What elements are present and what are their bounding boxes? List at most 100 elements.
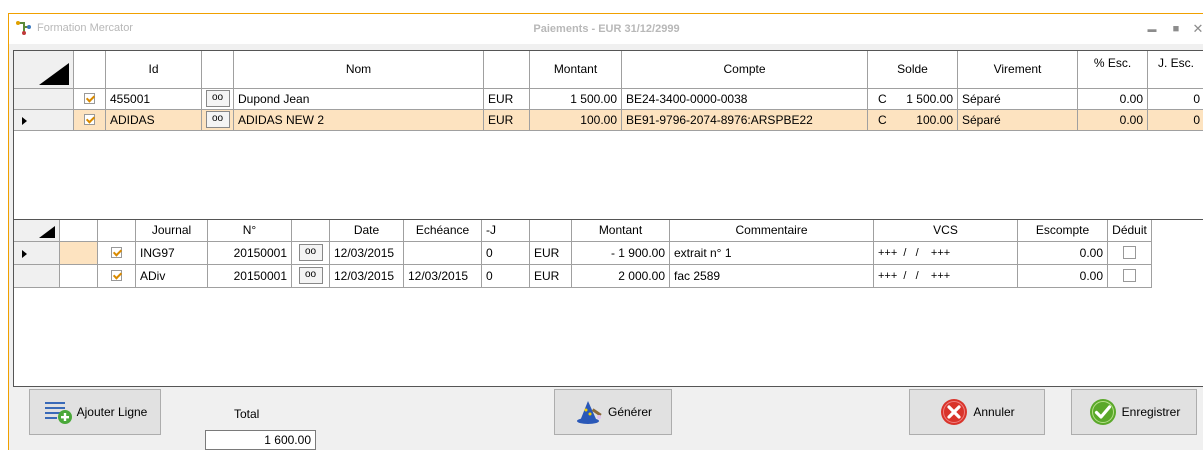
cell-numero[interactable]: 20150001 [208,265,292,288]
checkbox-checked-icon[interactable] [111,247,122,259]
header-virement[interactable]: Virement [958,51,1078,89]
row-checkbox[interactable] [98,265,136,288]
view-document-button[interactable]: oo [292,242,330,265]
cell-echeance[interactable]: 12/03/2015 [404,265,482,288]
cell-solde[interactable]: C 100.00 [868,110,958,131]
maximize-icon[interactable]: ■ [1166,20,1186,38]
cell-deduit[interactable] [1108,265,1152,288]
cell-deduit[interactable] [1108,242,1152,265]
cancel-button[interactable]: Annuler [909,389,1045,435]
cell-j-esc[interactable]: 0 [1148,110,1203,131]
cell-devise[interactable]: EUR [530,265,572,288]
add-line-button[interactable]: Ajouter Ligne [29,389,161,435]
entries-grid: Journal N° Date Echéance -J Montant Comm… [13,219,1203,387]
cell-j-esc[interactable]: 0 [1148,89,1203,110]
glasses-icon[interactable]: oo [298,244,323,262]
view-client-button[interactable]: oo [202,110,234,131]
glasses-icon[interactable]: oo [205,90,230,108]
row-current-marker [60,242,98,265]
close-icon[interactable]: ✕ [1188,20,1203,38]
row-header[interactable] [14,265,60,288]
cell-j[interactable]: 0 [482,242,530,265]
checkbox-checked-icon[interactable] [84,114,95,126]
checkbox-checked-icon[interactable] [84,93,95,105]
current-row-arrow-icon [22,249,27,258]
cell-montant[interactable]: 2 000.00 [572,265,670,288]
table-row[interactable]: ADiv 20150001 oo 12/03/2015 12/03/2015 0… [14,265,1203,288]
generate-button[interactable]: Générer [554,389,672,435]
header-nom[interactable]: Nom [234,51,484,89]
header-montant[interactable]: Montant [572,220,670,242]
cell-j[interactable]: 0 [482,265,530,288]
header-pct-esc[interactable]: % Esc. [1078,51,1148,89]
cancel-label: Annuler [973,405,1015,419]
cell-id[interactable]: 455001 [106,89,202,110]
cell-compte[interactable]: BE91-9796-2074-8976:ARSPBE22 [622,110,868,131]
row-header[interactable] [14,89,74,110]
row-header[interactable] [14,110,74,131]
header-j[interactable]: -J [482,220,530,242]
payments-grid: Id Nom Montant Compte Solde Virement % E… [13,50,1203,225]
cell-date[interactable]: 12/03/2015 [330,242,404,265]
cell-montant[interactable]: - 1 900.00 [572,242,670,265]
header-commentaire[interactable]: Commentaire [670,220,874,242]
header-montant[interactable]: Montant [530,51,622,89]
header-journal[interactable]: Journal [136,220,208,242]
cell-commentaire[interactable]: extrait n° 1 [670,242,874,265]
cell-devise[interactable]: EUR [484,89,530,110]
view-client-button[interactable]: oo [202,89,234,110]
cell-date[interactable]: 12/03/2015 [330,265,404,288]
checkbox-unchecked-icon[interactable] [1123,246,1136,260]
row-checkbox[interactable] [74,110,106,131]
cell-pct-esc[interactable]: 0.00 [1078,110,1148,131]
minimize-icon[interactable]: ▬ [1142,20,1162,38]
cell-devise[interactable]: EUR [484,110,530,131]
cell-vcs[interactable]: +++ / / +++ [874,265,1018,288]
view-document-button[interactable]: oo [292,265,330,288]
glasses-icon[interactable]: oo [205,111,230,129]
cell-montant[interactable]: 100.00 [530,110,622,131]
cell-compte[interactable]: BE24-3400-0000-0038 [622,89,868,110]
header-j-esc[interactable]: J. Esc. [1148,51,1203,89]
cell-commentaire[interactable]: fac 2589 [670,265,874,288]
row-checkbox[interactable] [74,89,106,110]
cell-vcs[interactable]: +++ / / +++ [874,242,1018,265]
payments-window: Formation Mercator Paiements - EUR 31/12… [8,13,1203,450]
checkbox-unchecked-icon[interactable] [1123,269,1136,283]
table-row[interactable]: 455001 oo Dupond Jean EUR 1 500.00 BE24-… [14,89,1203,110]
cell-nom[interactable]: Dupond Jean [234,89,484,110]
header-deduit[interactable]: Déduit [1108,220,1152,242]
cell-numero[interactable]: 20150001 [208,242,292,265]
header-echeance[interactable]: Echéance [404,220,482,242]
cell-escompte[interactable]: 0.00 [1018,242,1108,265]
row-checkbox[interactable] [98,242,136,265]
table-row-selected[interactable]: ADIDAS oo ADIDAS NEW 2 EUR 100.00 BE91-9… [14,110,1203,131]
table-row[interactable]: ING97 20150001 oo 12/03/2015 0 EUR - 1 9… [14,242,1203,265]
current-row-arrow-icon [22,116,27,125]
cell-pct-esc[interactable]: 0.00 [1078,89,1148,110]
cell-nom[interactable]: ADIDAS NEW 2 [234,110,484,131]
header-id[interactable]: Id [106,51,202,89]
cell-journal[interactable]: ING97 [136,242,208,265]
glasses-icon[interactable]: oo [298,267,323,285]
cell-journal[interactable]: ADiv [136,265,208,288]
header-compte[interactable]: Compte [622,51,868,89]
cell-montant[interactable]: 1 500.00 [530,89,622,110]
cell-virement[interactable]: Séparé [958,110,1078,131]
cell-virement[interactable]: Séparé [958,89,1078,110]
header-vcs[interactable]: VCS [874,220,1018,242]
save-button[interactable]: Enregistrer [1071,389,1197,435]
cell-devise[interactable]: EUR [530,242,572,265]
header-escompte[interactable]: Escompte [1018,220,1108,242]
header-solde[interactable]: Solde [868,51,958,89]
select-all-corner[interactable] [14,220,60,242]
cell-solde[interactable]: C 1 500.00 [868,89,958,110]
cell-id[interactable]: ADIDAS [106,110,202,131]
select-all-corner[interactable] [14,51,74,89]
row-header[interactable] [14,242,60,265]
cell-echeance[interactable] [404,242,482,265]
checkbox-checked-icon[interactable] [111,270,122,282]
header-numero[interactable]: N° [208,220,292,242]
cell-escompte[interactable]: 0.00 [1018,265,1108,288]
header-date[interactable]: Date [330,220,404,242]
